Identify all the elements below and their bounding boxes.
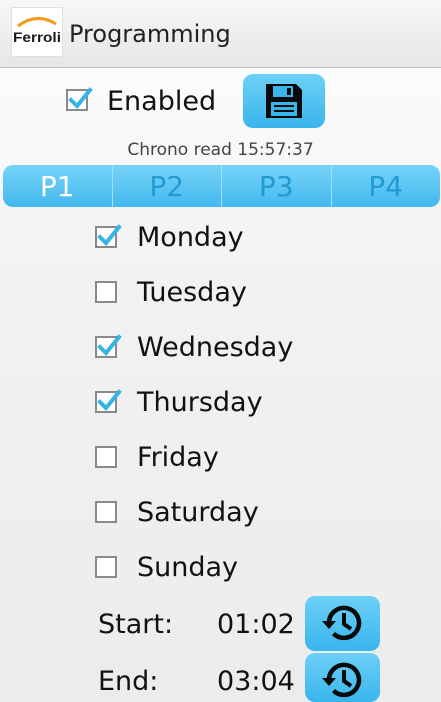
thursday-checkbox[interactable] [95, 389, 122, 413]
tuesday-checkbox[interactable] [95, 281, 117, 303]
saturday-checkbox[interactable] [95, 501, 117, 523]
end-time-button[interactable] [305, 653, 380, 702]
start-label: Start: [98, 609, 174, 640]
start-time-button[interactable] [305, 596, 380, 651]
saturday-label[interactable]: Saturday [137, 497, 259, 528]
svg-text:Ferroli: Ferroli [13, 29, 61, 45]
enabled-label[interactable]: Enabled [107, 86, 216, 117]
tab-p2[interactable]: P2 [113, 165, 222, 207]
tab-p1[interactable]: P1 [3, 165, 113, 207]
start-time-value: 01:02 [217, 609, 295, 640]
tab-p3[interactable]: P3 [222, 165, 332, 207]
program-tabs: P1 P2 P3 P4 [3, 165, 440, 207]
end-label: End: [98, 666, 159, 697]
tuesday-label[interactable]: Tuesday [137, 277, 247, 308]
friday-label[interactable]: Friday [137, 442, 219, 473]
sunday-label[interactable]: Sunday [137, 552, 238, 583]
monday-checkbox[interactable] [95, 224, 122, 248]
history-clock-icon [322, 662, 362, 698]
tab-p4[interactable]: P4 [332, 165, 441, 207]
enabled-checkbox[interactable] [66, 87, 93, 111]
wednesday-checkbox[interactable] [95, 334, 122, 358]
wednesday-label[interactable]: Wednesday [137, 332, 293, 363]
friday-checkbox[interactable] [95, 446, 117, 468]
action-bar: Ferroli Programming [0, 0, 441, 68]
thursday-label[interactable]: Thursday [137, 387, 263, 418]
sunday-checkbox[interactable] [95, 556, 117, 578]
page-title: Programming [69, 20, 231, 48]
ferroli-logo: Ferroli [11, 7, 63, 57]
end-time-value: 03:04 [217, 666, 295, 697]
chrono-status: Chrono read 15:57:37 [127, 140, 314, 160]
monday-label[interactable]: Monday [137, 222, 244, 253]
floppy-disk-icon [266, 84, 302, 118]
save-button[interactable] [243, 74, 325, 128]
history-clock-icon [322, 605, 362, 641]
